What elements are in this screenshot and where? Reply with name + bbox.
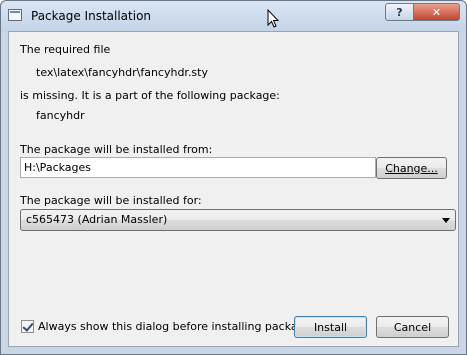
always-show-checkbox[interactable] (21, 320, 34, 333)
close-button[interactable]: ✕ (413, 3, 460, 21)
package-installation-window: Package Installation ? ✕ The required fi… (0, 0, 467, 355)
install-button[interactable]: Install (294, 316, 367, 338)
file-path: tex\latex\fancyhdr\fancyhdr.sty (36, 66, 208, 79)
app-window-icon (8, 9, 22, 21)
package-name: fancyhdr (36, 109, 85, 122)
always-show-checkbox-label[interactable]: Always show this dialog before installin… (38, 320, 317, 333)
checkmark-icon (22, 320, 34, 332)
dialog-body: The required file tex\latex\fancyhdr\fan… (8, 31, 459, 347)
change-button[interactable]: Change... (376, 157, 447, 179)
install-from-input[interactable]: H:\Packages (20, 157, 376, 178)
title-bar[interactable]: Package Installation ? ✕ (1, 1, 466, 31)
missing-text: is missing. It is a part of the followin… (20, 89, 280, 102)
window-title: Package Installation (31, 9, 152, 23)
required-file-label: The required file (20, 43, 111, 56)
help-button[interactable]: ? (385, 3, 414, 21)
install-for-label: The package will be installed for: (20, 194, 202, 207)
cancel-button[interactable]: Cancel (376, 316, 449, 338)
chevron-down-icon (442, 218, 450, 223)
install-for-selected-value: c565473 (Adrian Massler) (26, 213, 168, 226)
mouse-cursor-icon (267, 9, 279, 28)
install-for-select[interactable]: c565473 (Adrian Massler) (20, 209, 456, 231)
install-from-label: The package will be installed from: (20, 143, 213, 156)
change-button-label: Change... (385, 161, 438, 175)
